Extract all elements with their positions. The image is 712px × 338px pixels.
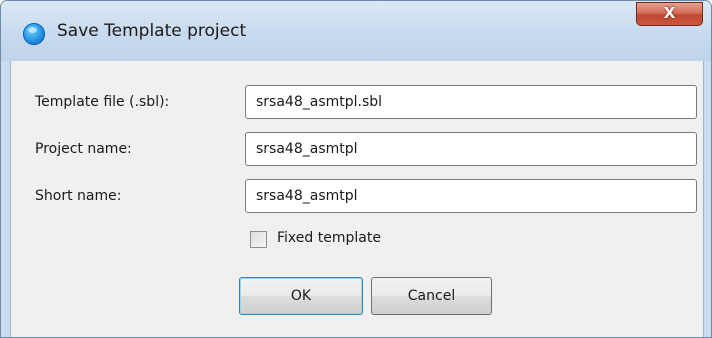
short-name-input[interactable] — [245, 179, 697, 213]
project-name-input[interactable] — [245, 132, 697, 166]
close-icon: X — [663, 4, 676, 22]
short-name-label: Short name: — [35, 188, 122, 204]
dialog-title: Save Template project — [57, 21, 247, 41]
fixed-template-checkbox[interactable] — [250, 231, 267, 248]
ok-button[interactable]: OK — [239, 277, 363, 315]
dialog-body: Template file (.sbl): Project name: Shor… — [10, 61, 704, 337]
save-template-dialog: Save Template project X Template file (.… — [0, 0, 712, 338]
project-name-label: Project name: — [35, 141, 132, 157]
template-file-input[interactable] — [245, 85, 697, 119]
fixed-template-label[interactable]: Fixed template — [277, 230, 381, 246]
app-globe-icon — [23, 23, 45, 45]
cancel-button[interactable]: Cancel — [371, 277, 492, 315]
template-file-label: Template file (.sbl): — [35, 94, 170, 110]
close-button[interactable]: X — [636, 2, 703, 26]
title-bar: Save Template project X — [1, 1, 711, 61]
